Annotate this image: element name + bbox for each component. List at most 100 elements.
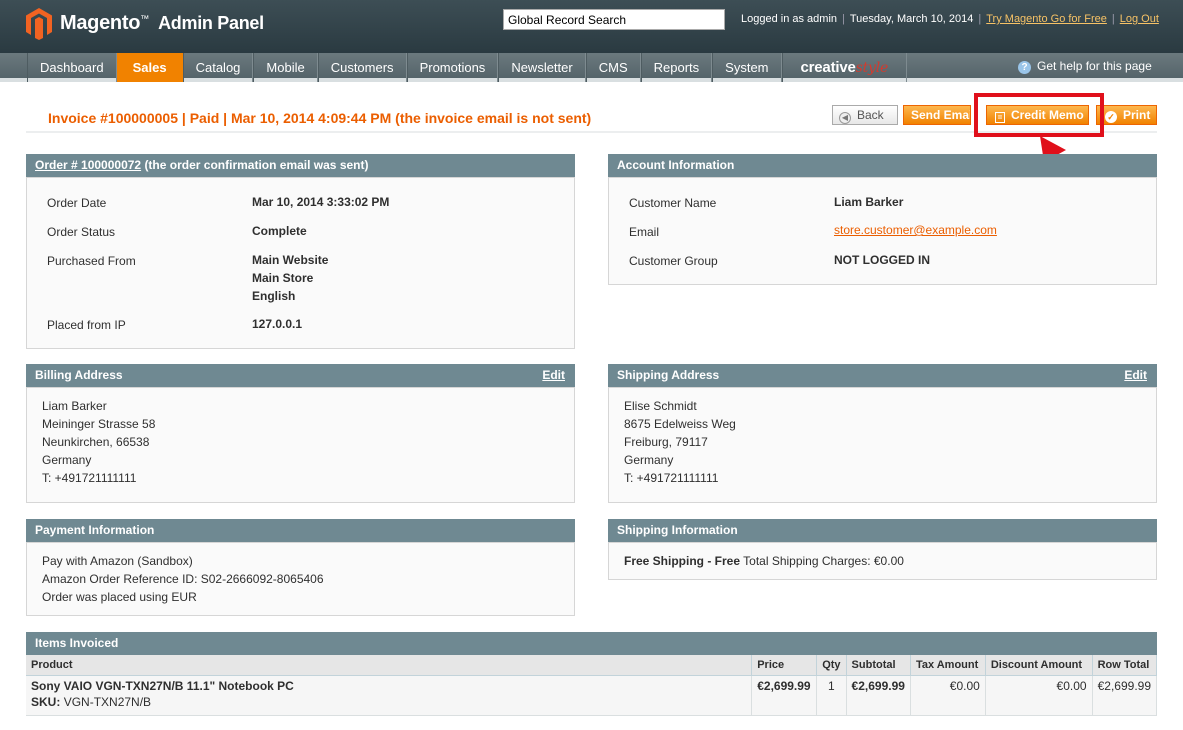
order-header-note: (the order confirmation email was sent): [144, 158, 369, 172]
payment-line: Pay with Amazon (Sandbox): [42, 554, 193, 568]
customer-group-label: Customer Group: [629, 254, 718, 268]
back-arrow-icon: ◀: [839, 112, 851, 124]
shipping-line: Freiburg, 79117: [624, 435, 708, 449]
print-button[interactable]: ✓ Print: [1096, 105, 1157, 125]
customer-email-link[interactable]: store.customer@example.com: [834, 223, 997, 237]
help-link[interactable]: ? Get help for this page: [1018, 59, 1152, 74]
nav-catalog[interactable]: Catalog: [182, 53, 254, 82]
send-email-button[interactable]: Send Email: [903, 105, 971, 125]
email-label: Email: [629, 225, 660, 239]
billing-title: Billing Address: [35, 368, 123, 382]
main-nav: Dashboard Sales Catalog Mobile Customers…: [0, 53, 1183, 82]
nav-mobile[interactable]: Mobile: [253, 53, 318, 82]
items-header-row: Product Price Qty Subtotal Tax Amount Di…: [26, 655, 1158, 676]
order-box: Order Date Mar 10, 2014 3:33:02 PM Order…: [26, 177, 575, 349]
customer-name-label: Customer Name: [629, 196, 717, 210]
placed-ip-label: Placed from IP: [47, 318, 126, 332]
purchased-website: Main Website: [252, 253, 329, 267]
billing-address: Liam Barker Meininger Strasse 58 Neunkir…: [42, 397, 155, 487]
purchased-store: Main Store: [252, 271, 314, 285]
check-icon: ✓: [1105, 111, 1117, 123]
back-label: Back: [857, 108, 884, 122]
global-search-input[interactable]: [503, 9, 725, 30]
order-date-value: Mar 10, 2014 3:33:02 PM: [252, 195, 390, 209]
cell-qty: 1: [816, 675, 847, 716]
nav-reports[interactable]: Reports: [640, 53, 713, 82]
payment-line: Order was placed using EUR: [42, 590, 197, 604]
nav-creativestyle[interactable]: creativestyle: [781, 53, 908, 82]
table-row: Sony VAIO VGN-TXN27N/B 11.1" Notebook PC…: [26, 675, 1158, 716]
items-invoiced-header: Items Invoiced: [26, 632, 1157, 655]
cell-tax: €0.00: [910, 675, 986, 716]
shipping-line: Elise Schmidt: [624, 399, 697, 413]
magento-logo-icon: [26, 8, 52, 40]
shipping-line: Germany: [624, 453, 674, 467]
logo-subtitle: Admin Panel: [158, 13, 264, 33]
nav-customers[interactable]: Customers: [317, 53, 407, 82]
nav-newsletter[interactable]: Newsletter: [498, 53, 586, 82]
cell-product: Sony VAIO VGN-TXN27N/B 11.1" Notebook PC…: [26, 675, 753, 716]
col-tax: Tax Amount: [910, 655, 986, 676]
page-title: Invoice #100000005 | Paid | Mar 10, 2014…: [48, 110, 592, 126]
account-box-header: Account Information: [608, 154, 1157, 177]
product-name: Sony VAIO VGN-TXN27N/B 11.1" Notebook PC: [31, 678, 294, 693]
col-product: Product: [26, 655, 753, 676]
current-date: Tuesday, March 10, 2014: [849, 13, 974, 25]
billing-box-header: Billing Address Edit: [26, 364, 575, 387]
shipping-box: Elise Schmidt 8675 Edelweiss Weg Freibur…: [608, 387, 1157, 503]
placed-ip-value: 127.0.0.1: [252, 317, 303, 331]
col-discount: Discount Amount: [985, 655, 1093, 676]
billing-line: Meininger Strasse 58: [42, 417, 156, 431]
brand-part-a: creative: [800, 59, 856, 76]
cell-subtotal: €2,699.99: [846, 675, 911, 716]
payment-box: Pay with Amazon (Sandbox) Amazon Order R…: [26, 542, 575, 616]
user-bar: Logged in as admin | Tuesday, March 10, 20…: [741, 13, 1159, 25]
shipping-box-header: Shipping Address Edit: [608, 364, 1157, 387]
shipping-method: Free Shipping - Free: [624, 554, 741, 568]
logo-name: Magento: [60, 12, 141, 34]
try-magento-link[interactable]: Try Magento Go for Free: [986, 13, 1107, 25]
shipping-address: Elise Schmidt 8675 Edelweiss Weg Freibur…: [624, 397, 736, 487]
purchased-from-label: Purchased From: [47, 254, 136, 268]
order-number-link[interactable]: Order # 100000072: [35, 158, 141, 172]
nav-sales[interactable]: Sales: [116, 53, 183, 82]
customer-name-value: Liam Barker: [834, 195, 904, 209]
order-box-header: Order # 100000072 (the order confirmatio…: [26, 154, 575, 177]
shipping-info-header: Shipping Information: [608, 519, 1157, 542]
billing-line: T: +491721111111: [42, 471, 137, 485]
items-table: Product Price Qty Subtotal Tax Amount Di…: [26, 655, 1158, 716]
payment-details: Pay with Amazon (Sandbox) Amazon Order R…: [42, 552, 324, 606]
payment-line: Amazon Order Reference ID: S02-2666092-8…: [42, 572, 324, 586]
help-label: Get help for this page: [1037, 59, 1152, 73]
order-date-label: Order Date: [47, 196, 107, 210]
logo-trademark: ™: [140, 13, 149, 24]
account-box: Customer Name Liam Barker Email store.cu…: [608, 177, 1157, 285]
order-status-label: Order Status: [47, 225, 116, 239]
shipping-line: 8675 Edelweiss Weg: [624, 417, 736, 431]
cell-discount: €0.00: [985, 675, 1093, 716]
col-price: Price: [751, 655, 818, 676]
shipping-charges: Total Shipping Charges: €0.00: [743, 554, 904, 568]
purchased-from-value: Main Website Main Store English: [252, 251, 328, 305]
nav-promotions[interactable]: Promotions: [406, 53, 499, 82]
col-row-total: Row Total: [1092, 655, 1158, 676]
shipping-edit-link[interactable]: Edit: [1124, 364, 1147, 387]
send-email-label: Send Email: [911, 108, 971, 122]
sku-label: SKU:: [31, 694, 61, 709]
nav-cms[interactable]: CMS: [585, 53, 641, 82]
shipping-info-box: Free Shipping - Free Total Shipping Char…: [608, 542, 1157, 580]
customer-group-value: NOT LOGGED IN: [834, 253, 930, 267]
help-icon: ?: [1018, 61, 1031, 74]
shipping-line: T: +491721111111: [624, 471, 719, 485]
billing-edit-link[interactable]: Edit: [542, 364, 565, 387]
col-subtotal: Subtotal: [846, 655, 911, 676]
back-button[interactable]: ◀ Back: [832, 105, 898, 125]
nav-dashboard[interactable]: Dashboard: [27, 53, 117, 82]
logout-link[interactable]: Log Out: [1120, 13, 1159, 25]
logged-in-text: Logged in as admin: [741, 13, 838, 25]
purchased-language: English: [252, 289, 296, 303]
brand-part-b: style: [855, 60, 889, 76]
col-qty: Qty: [816, 655, 847, 676]
nav-system[interactable]: System: [712, 53, 782, 82]
billing-box: Liam Barker Meininger Strasse 58 Neunkir…: [26, 387, 575, 503]
